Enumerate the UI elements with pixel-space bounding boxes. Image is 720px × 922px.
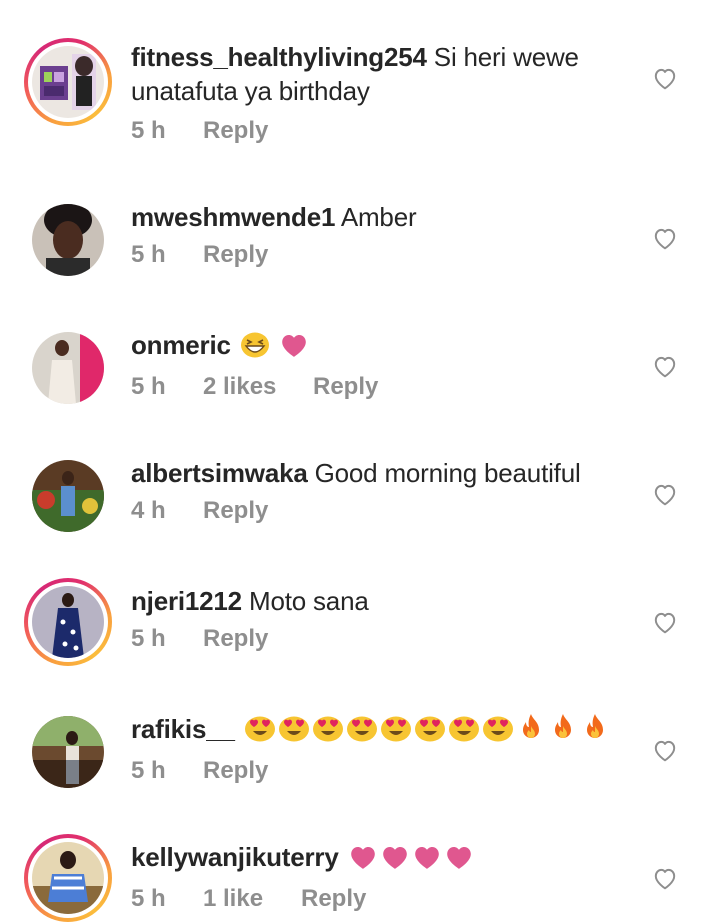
avatar[interactable] [24, 196, 112, 284]
heart-eyes-emoji-icon [414, 714, 446, 750]
grinning-squint-emoji-icon [240, 330, 270, 366]
pink-heart-emoji-icon [348, 844, 378, 878]
avatar-photo-icon [32, 586, 104, 658]
fire-emoji-icon [580, 712, 610, 750]
comment-meta: 5 h Reply [131, 756, 631, 786]
avatar[interactable] [24, 708, 112, 796]
pink-heart-emoji-icon [412, 844, 442, 878]
fire-emoji-icon [516, 712, 546, 750]
timestamp: 5 h [131, 885, 166, 912]
username[interactable]: kellywanjikuterry [131, 842, 339, 872]
comment-meta: 5 h Reply [131, 240, 631, 270]
comment-body: Amber [340, 202, 417, 232]
like-heart-icon[interactable] [652, 738, 678, 762]
comment-meta: 4 h Reply [131, 496, 631, 526]
comment-text: albertsimwaka Good morning beautiful [131, 456, 631, 490]
comment-meta: 5 h 2 likes Reply [131, 372, 631, 402]
like-heart-icon[interactable] [652, 354, 678, 378]
pink-heart-emoji-icon [380, 844, 410, 878]
comment-body-line2: unatafuta ya birthday [131, 76, 370, 106]
timestamp: 5 h [131, 373, 166, 400]
timestamp: 5 h [131, 117, 166, 144]
heart-eyes-emoji-icon [312, 714, 344, 750]
avatar[interactable] [24, 834, 112, 922]
comment-text: onmeric [131, 328, 631, 366]
username[interactable]: njeri1212 [131, 586, 242, 616]
timestamp: 5 h [131, 241, 166, 268]
reply-button[interactable]: Reply [203, 116, 268, 146]
story-ring [24, 834, 112, 922]
like-heart-icon[interactable] [652, 482, 678, 506]
timestamp: 5 h [131, 757, 166, 784]
avatar[interactable] [24, 452, 112, 540]
avatar[interactable] [24, 578, 112, 666]
like-heart-icon[interactable] [652, 226, 678, 250]
story-ring [24, 38, 112, 126]
avatar-photo-icon [32, 842, 104, 914]
reply-button[interactable]: Reply [301, 884, 366, 914]
pink-heart-emoji-icon [444, 844, 474, 878]
reply-button[interactable]: Reply [313, 372, 378, 402]
comment-body: Moto sana [248, 586, 369, 616]
emoji-sequence [346, 842, 474, 872]
comment-body: Si heri wewe [433, 42, 579, 72]
emoji-sequence [242, 714, 610, 744]
username[interactable]: fitness_healthyliving254 [131, 42, 427, 72]
like-count[interactable]: 1 like [203, 884, 301, 914]
comment-text: kellywanjikuterry [131, 840, 631, 878]
fire-emoji-icon [548, 712, 578, 750]
avatar-photo-icon [32, 460, 104, 532]
like-heart-icon[interactable] [652, 610, 678, 634]
username[interactable]: onmeric [131, 330, 231, 360]
heart-eyes-emoji-icon [380, 714, 412, 750]
heart-eyes-emoji-icon [482, 714, 514, 750]
username[interactable]: albertsimwaka [131, 458, 308, 488]
comment-meta: 5 h 1 like Reply [131, 884, 631, 914]
avatar-photo-icon [32, 332, 104, 404]
like-heart-icon[interactable] [652, 66, 678, 90]
timestamp: 5 h [131, 625, 166, 652]
heart-eyes-emoji-icon [278, 714, 310, 750]
username[interactable]: rafikis__ [131, 714, 235, 744]
like-heart-icon[interactable] [652, 866, 678, 890]
username[interactable]: mweshmwende1 [131, 202, 335, 232]
comment-list: fitness_healthyliving254 Si heri wewe un… [0, 0, 720, 922]
timestamp: 4 h [131, 497, 166, 524]
like-count[interactable]: 2 likes [203, 372, 313, 402]
reply-button[interactable]: Reply [203, 496, 268, 526]
comment-body: Good morning beautiful [314, 458, 581, 488]
reply-button[interactable]: Reply [203, 624, 268, 654]
comment-text: njeri1212 Moto sana [131, 584, 631, 618]
comment-meta: 5 h Reply [131, 116, 631, 146]
heart-eyes-emoji-icon [448, 714, 480, 750]
story-ring [24, 578, 112, 666]
reply-button[interactable]: Reply [203, 240, 268, 270]
comment-meta: 5 h Reply [131, 624, 631, 654]
pink-heart-emoji-icon [279, 332, 309, 366]
avatar[interactable] [24, 38, 112, 126]
heart-eyes-emoji-icon [346, 714, 378, 750]
avatar[interactable] [24, 324, 112, 412]
avatar-photo-icon [32, 716, 104, 788]
comment-text: rafikis__ [131, 712, 631, 750]
comment-text: fitness_healthyliving254 Si heri wewe [131, 40, 631, 74]
avatar-photo-icon [32, 204, 104, 276]
avatar-photo-icon [32, 46, 104, 118]
comment-text: mweshmwende1 Amber [131, 200, 631, 234]
reply-button[interactable]: Reply [203, 756, 268, 786]
heart-eyes-emoji-icon [244, 714, 276, 750]
